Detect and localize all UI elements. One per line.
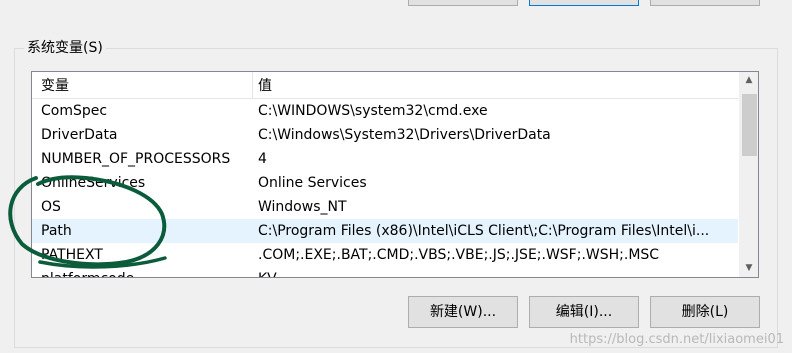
table-row[interactable]: PATHEXT .COM;.EXE;.BAT;.CMD;.VBS;.VBE;.J… — [32, 243, 738, 267]
variable-value: Online Services — [258, 175, 367, 191]
column-header-value[interactable]: 值 — [258, 72, 272, 98]
top-button-left[interactable] — [408, 0, 518, 6]
vertical-scrollbar[interactable]: ▲ ▼ — [739, 72, 758, 277]
table-row[interactable]: OnlineServices Online Services — [32, 171, 738, 195]
table-row[interactable]: OS Windows_NT — [32, 195, 738, 219]
table-row[interactable]: DriverData C:\Windows\System32\Drivers\D… — [32, 123, 738, 147]
variable-value: C:\WINDOWS\system32\cmd.exe — [258, 103, 488, 119]
edit-variable-button[interactable]: 编辑(I)... — [529, 296, 639, 328]
table-row[interactable]: Path C:\Program Files (x86)\Intel\iCLS C… — [32, 219, 738, 243]
system-variables-title: 系统变量(S) — [24, 40, 106, 56]
variable-name: OS — [41, 199, 61, 215]
scroll-down-icon[interactable]: ▼ — [740, 260, 758, 277]
top-button-right[interactable] — [650, 0, 760, 6]
variable-name: DriverData — [41, 127, 118, 143]
variable-value: 4 — [258, 151, 267, 167]
top-button-middle[interactable] — [529, 0, 639, 6]
list-rows: ComSpec C:\WINDOWS\system32\cmd.exe Driv… — [32, 99, 738, 277]
table-row[interactable]: platformcode KV — [32, 267, 738, 277]
system-variables-list[interactable]: 变量 值 ComSpec C:\WINDOWS\system32\cmd.exe… — [31, 71, 759, 278]
scrollbar-thumb[interactable] — [742, 94, 757, 156]
variable-value: .COM;.EXE;.BAT;.CMD;.VBS;.VBE;.JS;.JSE;.… — [258, 247, 660, 263]
variable-value: Windows_NT — [258, 199, 347, 215]
column-header-variable[interactable]: 变量 — [41, 72, 69, 98]
delete-variable-button[interactable]: 删除(L) — [650, 296, 760, 328]
variable-name: PATHEXT — [41, 247, 103, 263]
table-row[interactable]: NUMBER_OF_PROCESSORS 4 — [32, 147, 738, 171]
variable-name: ComSpec — [41, 103, 108, 119]
variable-value: C:\Windows\System32\Drivers\DriverData — [258, 127, 551, 143]
watermark-text: https://blog.csdn.net/lixiaomei01 — [569, 332, 784, 347]
column-divider[interactable] — [252, 72, 253, 98]
variable-name: Path — [41, 223, 72, 239]
variable-name: platformcode — [41, 267, 134, 277]
new-variable-button[interactable]: 新建(W)... — [408, 296, 518, 328]
scroll-up-icon[interactable]: ▲ — [740, 72, 758, 89]
variable-name: OnlineServices — [41, 175, 146, 191]
variable-value: KV — [258, 267, 732, 277]
table-row[interactable]: ComSpec C:\WINDOWS\system32\cmd.exe — [32, 99, 738, 123]
variable-value: C:\Program Files (x86)\Intel\iCLS Client… — [258, 223, 710, 239]
list-header: 变量 值 — [32, 72, 738, 99]
variable-name: NUMBER_OF_PROCESSORS — [41, 151, 231, 167]
